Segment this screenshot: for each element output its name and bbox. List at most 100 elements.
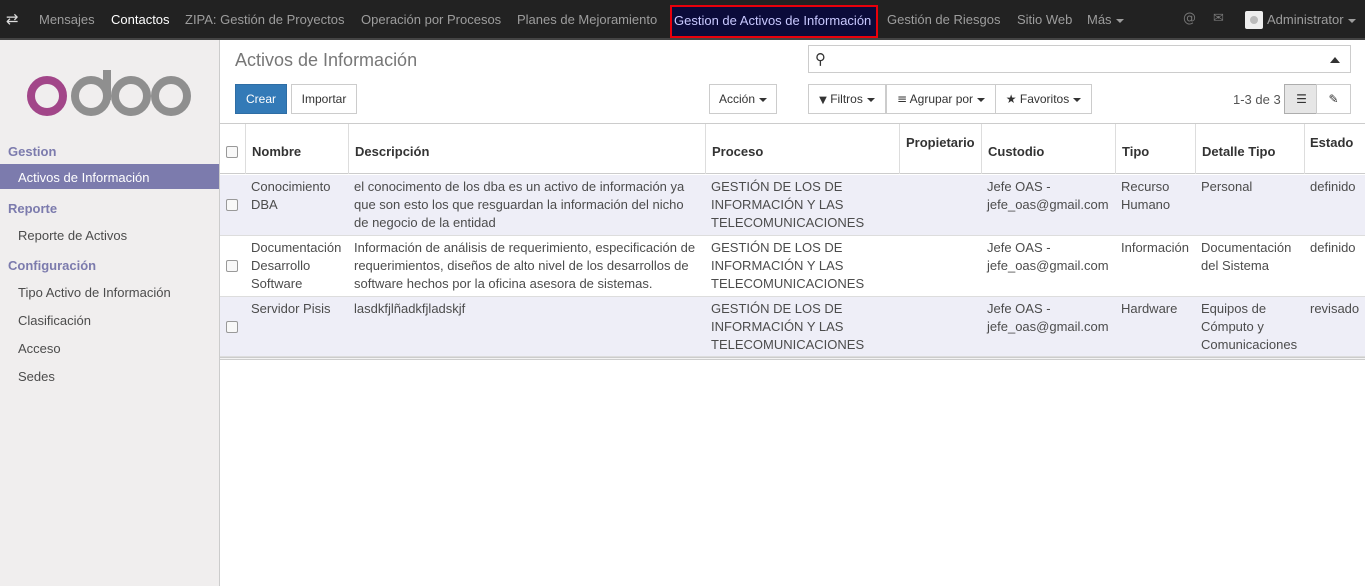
sidebar: Gestion Activos de Información Reporte R… [0,40,220,586]
chevron-down-icon [1073,97,1082,102]
filters-label: Filtros [830,92,863,106]
avatar[interactable] [1245,11,1263,29]
menu-planes-mejoramiento[interactable]: Planes de Mejoramiento [517,12,657,27]
cell-detalle-tipo: Equipos de Cómputo y Comunicaciones [1201,301,1298,352]
chat-icon[interactable]: ✉ [1213,11,1224,26]
sidebar-item-reporte-activos[interactable]: Reporte de Activos [18,228,127,243]
menu-mas[interactable]: Más [1087,12,1124,27]
user-name: Administrator [1267,12,1344,27]
menu-operacion-procesos[interactable]: Operación por Procesos [361,12,501,27]
control-panel: Activos de Información ⚲ Crear Importar … [220,40,1365,124]
menu-mensajes[interactable]: Mensajes [39,12,95,27]
table-row[interactable]: Documentación Desarrollo Software Informac… [220,236,1365,297]
table-footer [220,357,1365,360]
favorites-dropdown[interactable]: ★ Favoritos [995,84,1092,114]
cell-descripcion: Información de análisis de requerimiento… [354,240,696,291]
menu-contactos[interactable]: Contactos [111,12,170,27]
mention-icon[interactable]: @ [1183,11,1196,26]
top-navbar: ⇄ Mensajes Contactos ZIPA: Gestión de Pr… [0,0,1365,40]
column-separator [705,124,706,174]
cell-descripcion: el conocimento de los dba es un activo d… [354,179,685,230]
cell-nombre: Documentación Desarrollo Software [251,240,342,291]
cell-estado: definido [1310,240,1356,255]
pager-value[interactable]: 1-3 de 3 [1233,92,1281,107]
cell-custodio: Jefe OAS - jefe_oas@gmail.com [987,240,1109,273]
column-header-estado[interactable]: Estado [1310,135,1353,150]
select-all-checkbox[interactable] [226,146,238,158]
sidebar-section-reporte: Reporte [8,201,58,216]
cell-custodio: Jefe OAS - jefe_oas@gmail.com [987,301,1109,334]
menu-gestion-activos-label: Gestion de Activos de Información [674,13,872,28]
column-header-proceso[interactable]: Proceso [712,144,763,159]
row-checkbox[interactable] [226,260,238,272]
menu-sitio-web[interactable]: Sitio Web [1017,12,1072,27]
import-button[interactable]: Importar [291,84,357,114]
search-input[interactable]: ⚲ [808,45,1351,73]
chevron-down-icon [1347,18,1356,23]
column-separator [1115,124,1116,174]
sidebar-section-gestion: Gestion [8,144,57,159]
search-options-toggle-icon[interactable] [1330,57,1340,63]
search-icon: ⚲ [815,50,826,68]
menu-zipa-proyectos[interactable]: ZIPA: Gestión de Proyectos [185,12,344,27]
table-header: Nombre Descripción Proceso Propietario C… [220,124,1365,174]
column-header-descripcion[interactable]: Descripción [355,144,429,159]
create-button[interactable]: Crear [235,84,287,114]
row-checkbox[interactable] [226,199,238,211]
sidebar-item-activos-informacion[interactable]: Activos de Información [0,164,219,189]
cell-estado: definido [1310,179,1356,194]
chevron-down-icon [1115,18,1124,23]
cell-proceso: GESTIÓN DE LOS DE INFORMACIÓN Y LAS TELECO… [711,179,865,230]
list-view-button[interactable]: ☰ [1284,84,1319,114]
sidebar-item-clasificacion[interactable]: Clasificación [18,313,91,328]
filters-dropdown[interactable]: ▼ Filtros [808,84,886,114]
column-separator [1195,124,1196,174]
column-header-custodio[interactable]: Custodio [988,144,1044,159]
cell-custodio: Jefe OAS - jefe_oas@gmail.com [987,179,1109,212]
app-switcher-icon[interactable]: ⇄ [6,10,28,28]
column-separator [981,124,982,174]
menu-gestion-riesgos[interactable]: Gestión de Riesgos [887,12,1000,27]
column-header-propietario[interactable]: Propietario [906,135,975,150]
table-row[interactable]: Conocimiento DBA el conocimento de los db… [220,175,1365,236]
column-header-detalle-tipo[interactable]: Detalle Tipo [1202,144,1275,159]
chevron-down-icon [977,97,986,102]
edit-icon: ✎ [1328,92,1339,106]
cell-detalle-tipo: Personal [1201,179,1253,194]
cell-estado: revisado [1310,301,1360,316]
menu-mas-label: Más [1087,12,1112,27]
group-by-label: Agrupar por [909,92,974,106]
cell-descripcion: lasdkfjlñadkfjladskjf [354,301,466,316]
list-view: Nombre Descripción Proceso Propietario C… [220,124,1365,586]
cell-tipo: Hardware [1121,301,1178,316]
sidebar-section-configuracion: Configuración [8,258,97,273]
column-header-tipo[interactable]: Tipo [1122,144,1149,159]
user-menu[interactable]: Administrator [1267,12,1356,27]
star-icon: ★ [1005,92,1017,106]
cell-detalle-tipo: Documentación del Sistema [1201,240,1292,273]
cell-tipo: Recurso Humano [1121,179,1171,212]
action-label: Acción [718,92,756,106]
favorites-label: Favoritos [1019,92,1070,106]
table-row[interactable]: Servidor Pisis lasdkfjlñadkfjladskjf GES… [220,297,1365,357]
cell-proceso: GESTIÓN DE LOS DE INFORMACIÓN Y LAS TELECO… [711,301,865,352]
sidebar-item-label: Activos de Información [18,170,150,185]
form-view-button[interactable]: ✎ [1316,84,1351,114]
group-by-dropdown[interactable]: ≡ Agrupar por [886,84,996,114]
action-dropdown[interactable]: Acción [709,84,777,114]
odoo-logo[interactable] [25,70,195,120]
column-header-nombre[interactable]: Nombre [252,144,301,159]
sidebar-item-sedes[interactable]: Sedes [18,369,55,384]
column-separator [899,124,900,174]
list-icon: ≡ [896,92,907,106]
sidebar-item-acceso[interactable]: Acceso [18,341,61,356]
sidebar-item-tipo-activo[interactable]: Tipo Activo de Información [18,285,171,300]
column-separator [245,124,246,174]
page-title: Activos de Información [235,50,418,70]
chevron-down-icon [866,97,875,102]
cell-nombre: Servidor Pisis [251,301,331,316]
filter-icon: ▼ [819,95,827,106]
row-checkbox[interactable] [226,321,238,333]
menu-gestion-activos[interactable]: Gestion de Activos de Información [670,5,878,38]
column-separator [348,124,349,174]
